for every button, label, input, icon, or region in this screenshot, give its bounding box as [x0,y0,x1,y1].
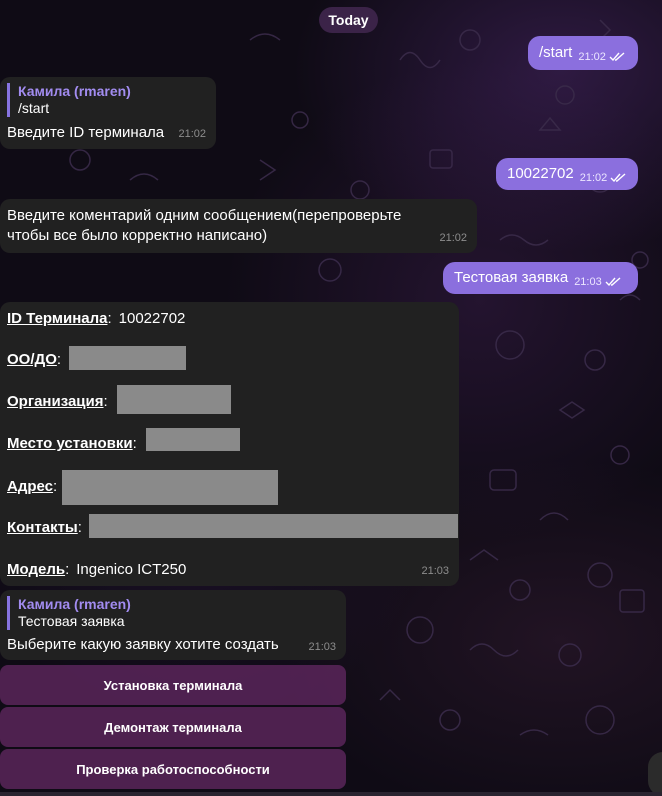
field-separator: : [53,478,58,495]
field-separator: : [107,310,112,327]
reply-text: Тестовая заявка [18,613,125,629]
reply-text: /start [18,100,50,116]
keyboard-button-health-check[interactable]: Проверка работоспособности [0,749,346,789]
field-label: Организация [7,393,104,410]
message-text: Тестовая заявка [454,269,569,286]
field-label: Место установки [7,435,133,452]
message-text: /start [539,44,573,61]
message-text: 10022702 [507,165,574,182]
field-branch: ОО/ДО: [7,348,61,372]
outgoing-message[interactable]: 10022702 21:02 [496,158,638,190]
field-value: 10022702 [118,310,186,327]
message-meta: 21:02 [580,168,627,188]
field-separator: : [77,519,82,536]
terminal-info-message[interactable]: ID Терминала: 10022702 ОО/ДО: Организаци… [0,302,459,586]
message-text-line-1: Введите коментарий одним сообщением(пере… [7,207,402,224]
field-label: Модель [7,561,66,578]
message-time: 21:02 [178,128,206,140]
message-time: 21:03 [574,276,602,288]
message-text: Выберите какую заявку хотите создать [7,636,279,653]
reply-preview[interactable]: Камила (rmaren) Тестовая заявка [7,596,131,630]
keyboard-button-dismantle[interactable]: Демонтаж терминала [0,707,346,747]
double-check-icon [609,52,625,62]
field-model: Модель: Ingenico ICT250 [7,558,186,582]
incoming-message[interactable]: Камила (rmaren) Тестовая заявка Выберите… [0,590,346,660]
redacted-value [69,346,186,370]
incoming-message[interactable]: Введите коментарий одним сообщением(пере… [0,199,477,253]
message-meta: 21:02 [578,47,625,67]
message-text-line-2: чтобы все было корректно написано) [7,227,268,244]
double-check-icon [610,173,626,183]
field-separator: : [65,561,70,578]
scroll-down-button[interactable] [648,752,662,796]
window-bottom-edge [0,792,662,796]
field-separator: : [132,435,137,452]
field-separator: : [56,351,62,368]
date-separator: Today [319,7,378,33]
field-separator: : [103,393,108,410]
message-meta: 21:03 [574,272,621,292]
field-label: Адрес [7,478,54,495]
field-label: ОО/ДО [7,351,57,368]
redacted-value [146,428,240,451]
keyboard-button-install[interactable]: Установка терминала [0,665,346,705]
reply-preview[interactable]: Камила (rmaren) /start [7,83,131,117]
incoming-message[interactable]: Камила (rmaren) /start Введите ID термин… [0,77,216,149]
redacted-value [117,385,231,414]
message-time: 21:03 [421,565,449,577]
field-value: Ingenico ICT250 [76,561,187,578]
field-label: ID Терминала [7,310,108,327]
message-text: Введите ID терминала [7,124,165,141]
redacted-value [89,514,458,538]
redacted-value [62,470,278,505]
double-check-icon [605,277,621,287]
outgoing-message[interactable]: /start 21:02 [528,36,638,70]
message-time: 21:02 [579,172,608,184]
outgoing-message[interactable]: Тестовая заявка 21:03 [443,262,638,294]
message-time: 21:02 [578,51,606,63]
field-organization: Организация: [7,390,108,414]
field-terminal-id: ID Терминала: 10022702 [7,307,185,331]
reply-author: Камила (rmaren) [18,83,131,99]
field-address: Адрес: [7,475,57,499]
reply-author: Камила (rmaren) [18,596,131,612]
message-time: 21:03 [308,641,336,653]
field-contacts: Контакты: [7,516,82,540]
field-location: Место установки: [7,432,137,456]
field-label: Контакты [7,519,78,536]
message-time: 21:02 [439,232,467,244]
